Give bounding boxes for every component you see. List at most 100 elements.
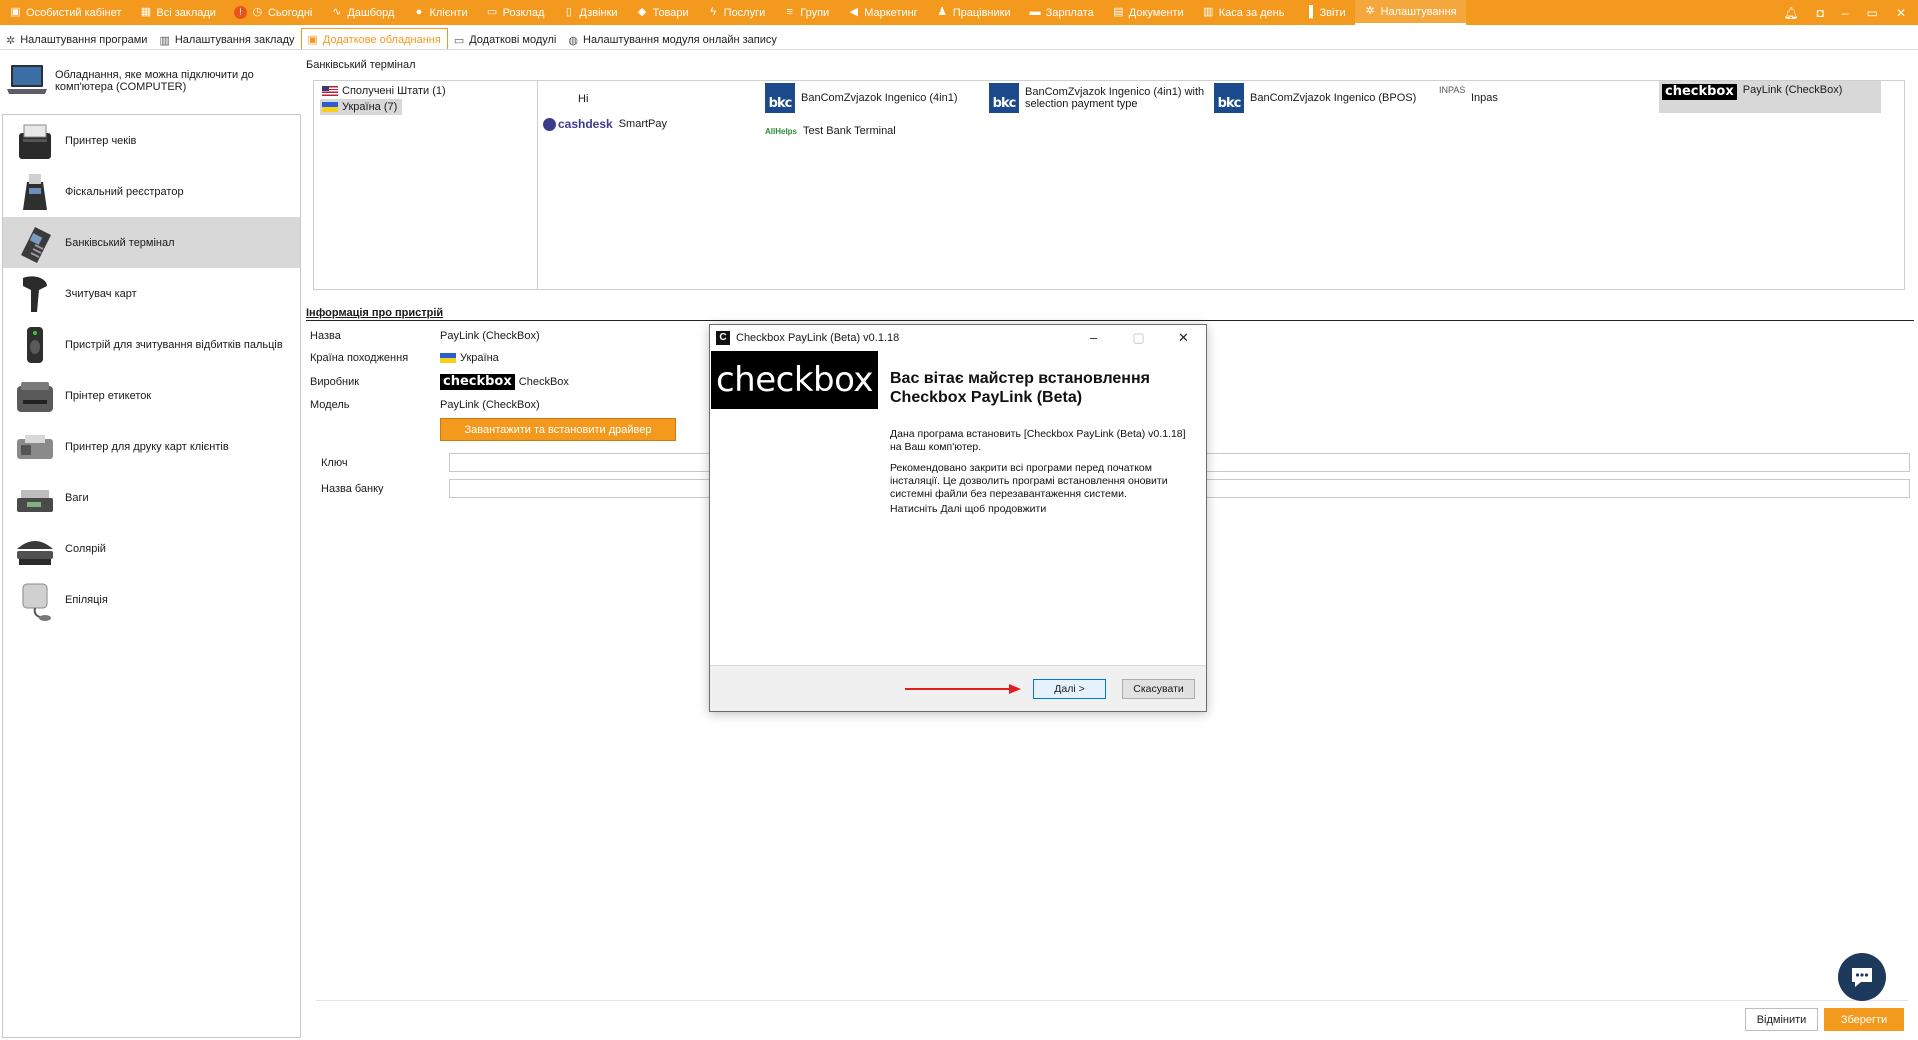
- ua-flag-icon: [322, 102, 338, 112]
- checkbox-logo-large: checkbox: [711, 351, 878, 409]
- device-info-divider: [306, 320, 1914, 321]
- nav-reports[interactable]: ▐ Звіти: [1293, 0, 1354, 25]
- nav-settings[interactable]: ✲ Налаштування: [1354, 0, 1466, 25]
- country-label: Країна походження: [310, 352, 409, 364]
- gear-icon: ✲: [6, 34, 16, 47]
- grid-icon: ▦: [140, 6, 152, 18]
- category-epilation[interactable]: Епіляція: [3, 574, 300, 625]
- nav-clients[interactable]: ● Клієнти: [403, 0, 476, 25]
- category-card-printer[interactable]: Принтер для друку карт клієнтів: [3, 421, 300, 472]
- nav-all-locations[interactable]: ▦ Всі заклади: [130, 0, 225, 25]
- name-value: PayLink (CheckBox): [440, 330, 540, 342]
- nav-dashboard[interactable]: ∿ Дашборд: [321, 0, 403, 25]
- nav-goods[interactable]: ◆ Товари: [627, 0, 698, 25]
- cancel-button[interactable]: Відмінити: [1745, 1008, 1818, 1031]
- category-receipt-printer[interactable]: Принтер чеків: [3, 115, 300, 166]
- allhelps-logo: AllHelps: [765, 126, 798, 136]
- equipment-header: Обладнання, яке можна підключити до комп…: [5, 58, 301, 103]
- category-fiscal-register[interactable]: Фіскальний реєстратор: [3, 166, 300, 217]
- document-icon: ▤: [1113, 6, 1124, 18]
- label-printer-icon: [17, 381, 53, 412]
- scales-icon: [17, 489, 53, 512]
- terminal-selection-box: Сполучені Штати (1) Україна (7) Hi cashd…: [313, 80, 1905, 290]
- category-label-printer[interactable]: Прінтер етикеток: [3, 370, 300, 421]
- bar-chart-icon: ▐: [1305, 6, 1313, 18]
- close-icon[interactable]: ✕: [1161, 325, 1206, 350]
- terminal-paylink-checkbox[interactable]: checkbox PayLink (CheckBox): [1659, 81, 1881, 113]
- solarium-icon: [17, 540, 53, 565]
- nav-employees[interactable]: ♟ Працівники: [927, 0, 1020, 25]
- tab-location-settings[interactable]: ▥ Налаштування закладу: [153, 30, 300, 50]
- cashdesk-circle-icon: [543, 117, 556, 131]
- category-card-scanner[interactable]: Зчитувач карт: [3, 268, 300, 319]
- country-united-states[interactable]: Сполучені Штати (1): [320, 83, 531, 99]
- chat-button[interactable]: [1838, 953, 1886, 1001]
- nav-services[interactable]: ϟ Послуги: [698, 0, 775, 25]
- category-scales[interactable]: Ваги: [3, 472, 300, 523]
- calculator-icon: ▥: [1203, 6, 1214, 18]
- installer-cancel-button[interactable]: Скасувати: [1122, 679, 1195, 699]
- terminal-ingenico-bpos[interactable]: bkc BanComZvjazok Ingenico (BPOS): [1214, 83, 1416, 113]
- person-icon: ♟: [937, 6, 948, 18]
- terminal-test-bank[interactable]: AllHelps Test Bank Terminal: [765, 125, 896, 137]
- category-bank-terminal[interactable]: Банківський термінал: [3, 217, 300, 268]
- terminal-inpas[interactable]: INPAS Inpas: [1439, 85, 1498, 111]
- nav-groups[interactable]: ≡ Групи: [774, 0, 838, 25]
- top-navigation: ▣ Особистий кабінет ▦ Всі заклади ! ◷ Сьогод…: [0, 0, 1918, 25]
- calendar-icon: ▭: [486, 6, 498, 18]
- bkc-logo: bkc: [989, 83, 1019, 113]
- briefcase-icon: ▣: [10, 6, 21, 18]
- minimize-icon[interactable]: –: [1071, 325, 1116, 350]
- us-flag-icon: [322, 86, 338, 96]
- tab-additional-equipment[interactable]: ▣ Додаткове обладнання: [300, 28, 448, 50]
- country-list: Сполучені Штати (1) Україна (7): [314, 81, 538, 289]
- tab-online-booking-settings[interactable]: ◍ Налаштування модуля онлайн запису: [562, 30, 783, 50]
- nav-schedule[interactable]: ▭ Розклад: [477, 0, 554, 25]
- chat-bubble-icon: [1852, 968, 1872, 987]
- terminal-smartpay[interactable]: cashdesk SmartPay: [543, 117, 667, 131]
- tab-additional-modules[interactable]: ▭ Додаткові модулі: [448, 30, 563, 50]
- bell-icon[interactable]: 🔔︎: [1783, 6, 1798, 20]
- save-button[interactable]: Зберегти: [1824, 1008, 1904, 1031]
- pulse-icon: ∿: [332, 6, 342, 18]
- window-controls: 🔔︎ ◘ – ▭ ✕: [1783, 6, 1918, 20]
- terminal-label-line1: BanComZvjazok Ingenico (4in1) with: [1025, 86, 1205, 98]
- device-info-header: Інформація про пристрій: [306, 307, 444, 319]
- category-fingerprint-reader[interactable]: Пристрій для зчитування відбитків пальці…: [3, 319, 300, 370]
- install-driver-button[interactable]: Завантажити та встановити драйвер: [440, 418, 676, 441]
- app-icon: C: [716, 330, 730, 345]
- nav-calls[interactable]: ▯ Дзвінки: [553, 0, 626, 25]
- nav-today[interactable]: ! ◷ Сьогодні: [225, 0, 321, 25]
- name-label: Назва: [310, 330, 341, 342]
- terminal-ingenico-4in1[interactable]: bkc BanComZvjazok Ingenico (4in1): [765, 83, 958, 113]
- model-value: PayLink (CheckBox): [440, 399, 540, 411]
- phone-icon: ▯: [565, 6, 572, 18]
- nav-documents[interactable]: ▤ Документи: [1103, 0, 1193, 25]
- lock-icon[interactable]: ◘: [1817, 6, 1824, 20]
- nav-personal-cabinet[interactable]: ▣ Особистий кабінет: [0, 0, 130, 25]
- maximize-icon[interactable]: ▭: [1867, 6, 1878, 20]
- close-icon[interactable]: ✕: [1896, 6, 1906, 20]
- maker-label: Виробник: [310, 376, 360, 388]
- nav-daily-cash[interactable]: ▥ Каса за день: [1193, 0, 1294, 25]
- category-solarium[interactable]: Солярій: [3, 523, 300, 574]
- tab-program-settings[interactable]: ✲ Налаштування програми: [0, 30, 153, 50]
- country-ukraine[interactable]: Україна (7): [320, 99, 402, 115]
- fiscal-register-icon: [23, 173, 47, 210]
- next-button[interactable]: Далі >: [1033, 679, 1106, 699]
- terminal-label-line2: selection payment type: [1025, 98, 1138, 110]
- card-scanner-icon: [23, 275, 47, 312]
- lightning-icon: ϟ: [710, 6, 717, 18]
- gear-icon: ✲: [1365, 5, 1375, 17]
- equipment-category-list: Принтер чеків Фіскальний реєстратор Банк…: [2, 114, 301, 1038]
- terminal-ingenico-4in1-selection[interactable]: bkc BanComZvjazok Ingenico (4in1) with se…: [989, 83, 1204, 113]
- maximize-icon: ▢: [1132, 329, 1145, 345]
- minimize-icon[interactable]: –: [1842, 6, 1849, 20]
- nav-marketing[interactable]: ◀ Маркетинг: [838, 0, 926, 25]
- inpas-logo: INPAS: [1439, 85, 1466, 95]
- building-icon: ▥: [159, 34, 170, 47]
- installer-recommendation-text: Рекомендовано закрити всі програми перед…: [890, 462, 1168, 500]
- nav-salary[interactable]: ▬ Зарплата: [1020, 0, 1103, 25]
- checkbox-logo: checkbox: [1662, 84, 1737, 100]
- terminal-hi[interactable]: Hi: [578, 93, 588, 105]
